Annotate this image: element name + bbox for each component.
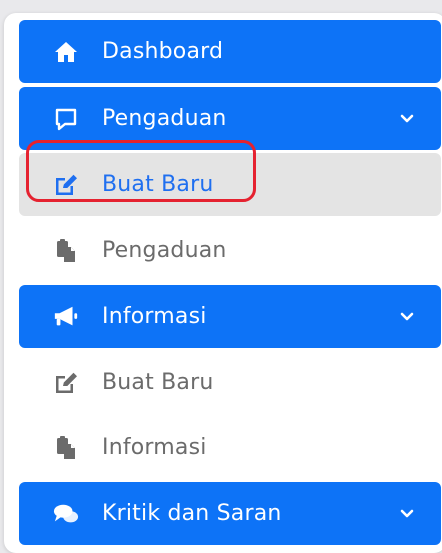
sidebar-item-label: Dashboard xyxy=(102,39,224,64)
sidebar: Dashboard Pengaduan Buat Baru Pengaduan … xyxy=(4,13,442,553)
edit-icon xyxy=(53,370,79,396)
sidebar-item-label: Informasi xyxy=(102,304,207,329)
chevron-down-icon[interactable] xyxy=(399,111,415,127)
sidebar-item-label: Pengaduan xyxy=(102,106,227,131)
sidebar-item-pengaduan[interactable]: Pengaduan xyxy=(19,87,441,150)
sidebar-item-dashboard[interactable]: Dashboard xyxy=(19,20,441,83)
sidebar-item-kritik-saran[interactable]: Kritik dan Saran xyxy=(19,482,441,545)
sidebar-item-informasi-list[interactable]: Informasi xyxy=(19,416,441,479)
home-icon xyxy=(53,39,79,65)
sidebar-item-informasi-buat-baru[interactable]: Buat Baru xyxy=(19,351,441,414)
chevron-down-icon[interactable] xyxy=(399,506,415,522)
sidebar-item-label: Kritik dan Saran xyxy=(102,501,282,526)
sidebar-item-label: Buat Baru xyxy=(102,172,214,197)
clipboard-icon xyxy=(53,238,79,264)
comments-icon xyxy=(53,501,79,527)
clipboard-icon xyxy=(53,435,79,461)
sidebar-item-label: Buat Baru xyxy=(102,370,214,395)
sidebar-item-label: Informasi xyxy=(102,435,207,460)
sidebar-item-informasi[interactable]: Informasi xyxy=(19,285,441,348)
sidebar-item-pengaduan-buat-baru[interactable]: Buat Baru xyxy=(19,153,441,216)
chevron-down-icon[interactable] xyxy=(399,309,415,325)
megaphone-icon xyxy=(53,304,79,330)
sidebar-item-pengaduan-list[interactable]: Pengaduan xyxy=(19,219,441,282)
sidebar-item-label: Pengaduan xyxy=(102,238,227,263)
comment-icon xyxy=(53,106,79,132)
edit-icon xyxy=(53,172,79,198)
